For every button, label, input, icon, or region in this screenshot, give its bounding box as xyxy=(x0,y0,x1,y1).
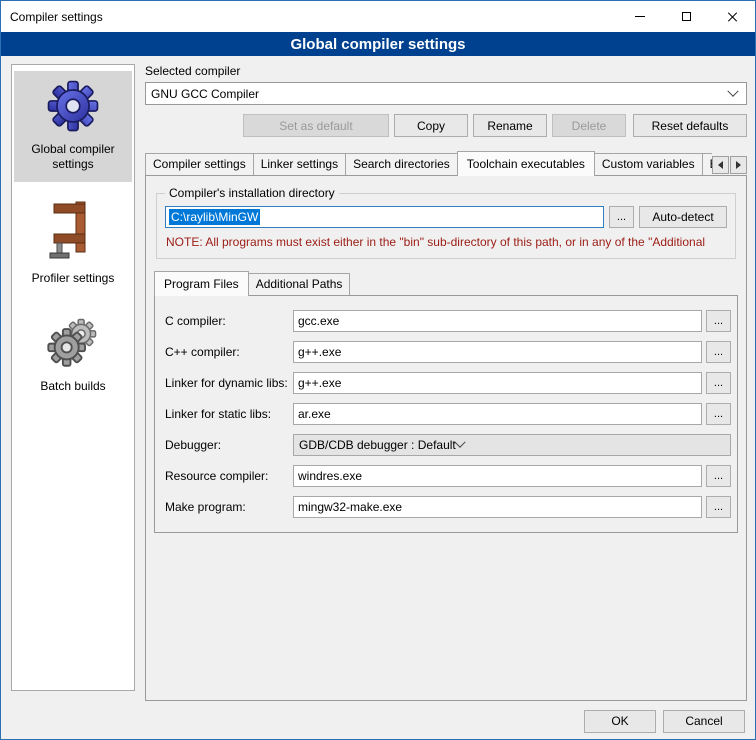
dynamic-linker-label: Linker for dynamic libs: xyxy=(165,376,293,390)
cpp-compiler-input[interactable] xyxy=(293,341,702,363)
field-row-debugger: Debugger: GDB/CDB debugger : Default xyxy=(165,434,731,456)
sidebar-item-label: Profiler settings xyxy=(16,271,130,286)
resource-compiler-label: Resource compiler: xyxy=(165,469,293,483)
installation-dir-group-title: Compiler's installation directory xyxy=(165,186,339,200)
tab-linker-settings[interactable]: Linker settings xyxy=(253,153,346,175)
main-panel: Selected compiler GNU GCC Compiler Set a… xyxy=(145,64,747,701)
copy-button[interactable]: Copy xyxy=(394,114,468,137)
close-icon xyxy=(726,11,738,23)
compiler-settings-window: Compiler settings Global compiler settin… xyxy=(0,0,756,740)
program-files-panel: C compiler: ... C++ compiler: ... Linker… xyxy=(154,295,738,533)
cpp-compiler-label: C++ compiler: xyxy=(165,345,293,359)
sidebar-item-profiler-settings[interactable]: Profiler settings xyxy=(14,192,132,296)
tab-scroll-right-button[interactable] xyxy=(730,156,747,174)
selected-compiler-value: GNU GCC Compiler xyxy=(151,87,729,101)
tab-toolchain-executables[interactable]: Toolchain executables xyxy=(457,151,595,176)
make-program-label: Make program: xyxy=(165,500,293,514)
resource-compiler-browse-button[interactable]: ... xyxy=(706,465,731,487)
compiler-buttons-row: Set as default Copy Rename Delete Reset … xyxy=(145,114,747,137)
dialog-footer: OK Cancel xyxy=(1,701,755,740)
set-as-default-button: Set as default xyxy=(243,114,389,137)
debugger-label: Debugger: xyxy=(165,438,293,452)
maximize-icon xyxy=(682,12,691,21)
debugger-select[interactable]: GDB/CDB debugger : Default xyxy=(293,434,731,456)
clamp-icon xyxy=(16,200,130,265)
debugger-value: GDB/CDB debugger : Default xyxy=(299,438,456,452)
ok-button[interactable]: OK xyxy=(584,710,656,733)
field-row-static-linker: Linker for static libs: ... xyxy=(165,403,731,425)
tab-scroll-buttons xyxy=(711,156,747,174)
static-linker-browse-button[interactable]: ... xyxy=(706,403,731,425)
chevron-down-icon xyxy=(727,85,738,96)
subtab-program-files[interactable]: Program Files xyxy=(154,271,249,296)
static-linker-input[interactable] xyxy=(293,403,702,425)
dialog-content: Global compiler settings Profiler settin… xyxy=(1,56,755,701)
sidebar-item-batch-builds[interactable]: Batch builds xyxy=(14,306,132,404)
field-row-resource-compiler: Resource compiler: ... xyxy=(165,465,731,487)
installation-dir-browse-button[interactable]: ... xyxy=(609,206,634,228)
selected-compiler-combobox[interactable]: GNU GCC Compiler xyxy=(145,82,747,105)
maximize-button[interactable] xyxy=(663,1,709,32)
sidebar-item-global-compiler-settings[interactable]: Global compiler settings xyxy=(14,71,132,182)
installation-dir-row: C:\raylib\MinGW ... Auto-detect xyxy=(165,206,727,228)
gear-blue-icon xyxy=(16,79,130,136)
installation-dir-value: C:\raylib\MinGW xyxy=(169,209,260,225)
sidebar-item-label: Global compiler settings xyxy=(16,142,130,172)
installation-dir-groupbox: Compiler's installation directory C:\ray… xyxy=(156,186,736,259)
compiler-tabs: Compiler settings Linker settings Search… xyxy=(145,151,747,175)
close-button[interactable] xyxy=(709,1,755,32)
tab-scroll-left-button[interactable] xyxy=(712,156,729,174)
subtab-additional-paths[interactable]: Additional Paths xyxy=(248,273,351,295)
window-title: Compiler settings xyxy=(1,10,103,24)
program-subtabs: Program Files Additional Paths xyxy=(154,271,738,295)
field-row-c-compiler: C compiler: ... xyxy=(165,310,731,332)
cancel-button[interactable]: Cancel xyxy=(663,710,745,733)
sidebar-item-label: Batch builds xyxy=(16,379,130,394)
cpp-compiler-browse-button[interactable]: ... xyxy=(706,341,731,363)
caption-buttons xyxy=(617,1,755,32)
make-program-input[interactable] xyxy=(293,496,702,518)
minimize-button[interactable] xyxy=(617,1,663,32)
arrow-right-icon xyxy=(736,161,741,169)
gears-stack-icon xyxy=(16,314,130,373)
title-bar: Compiler settings xyxy=(1,1,755,32)
dynamic-linker-input[interactable] xyxy=(293,372,702,394)
c-compiler-browse-button[interactable]: ... xyxy=(706,310,731,332)
bin-note: NOTE: All programs must exist either in … xyxy=(166,235,726,249)
selected-compiler-label: Selected compiler xyxy=(145,64,747,78)
arrow-left-icon xyxy=(718,161,723,169)
category-sidebar: Global compiler settings Profiler settin… xyxy=(11,64,135,691)
tab-search-directories[interactable]: Search directories xyxy=(345,153,458,175)
delete-button: Delete xyxy=(552,114,626,137)
c-compiler-input[interactable] xyxy=(293,310,702,332)
tab-custom-variables[interactable]: Custom variables xyxy=(594,153,703,175)
page-title: Global compiler settings xyxy=(1,32,755,56)
field-row-cpp-compiler: C++ compiler: ... xyxy=(165,341,731,363)
make-program-browse-button[interactable]: ... xyxy=(706,496,731,518)
minimize-icon xyxy=(635,16,645,17)
tab-compiler-settings[interactable]: Compiler settings xyxy=(145,153,254,175)
c-compiler-label: C compiler: xyxy=(165,314,293,328)
resource-compiler-input[interactable] xyxy=(293,465,702,487)
static-linker-label: Linker for static libs: xyxy=(165,407,293,421)
dynamic-linker-browse-button[interactable]: ... xyxy=(706,372,731,394)
installation-dir-input[interactable]: C:\raylib\MinGW xyxy=(165,206,604,228)
reset-defaults-button[interactable]: Reset defaults xyxy=(633,114,747,137)
field-row-dynamic-linker: Linker for dynamic libs: ... xyxy=(165,372,731,394)
field-row-make-program: Make program: ... xyxy=(165,496,731,518)
autodetect-button[interactable]: Auto-detect xyxy=(639,206,727,228)
toolchain-executables-panel: Compiler's installation directory C:\ray… xyxy=(145,175,747,701)
rename-button[interactable]: Rename xyxy=(473,114,547,137)
